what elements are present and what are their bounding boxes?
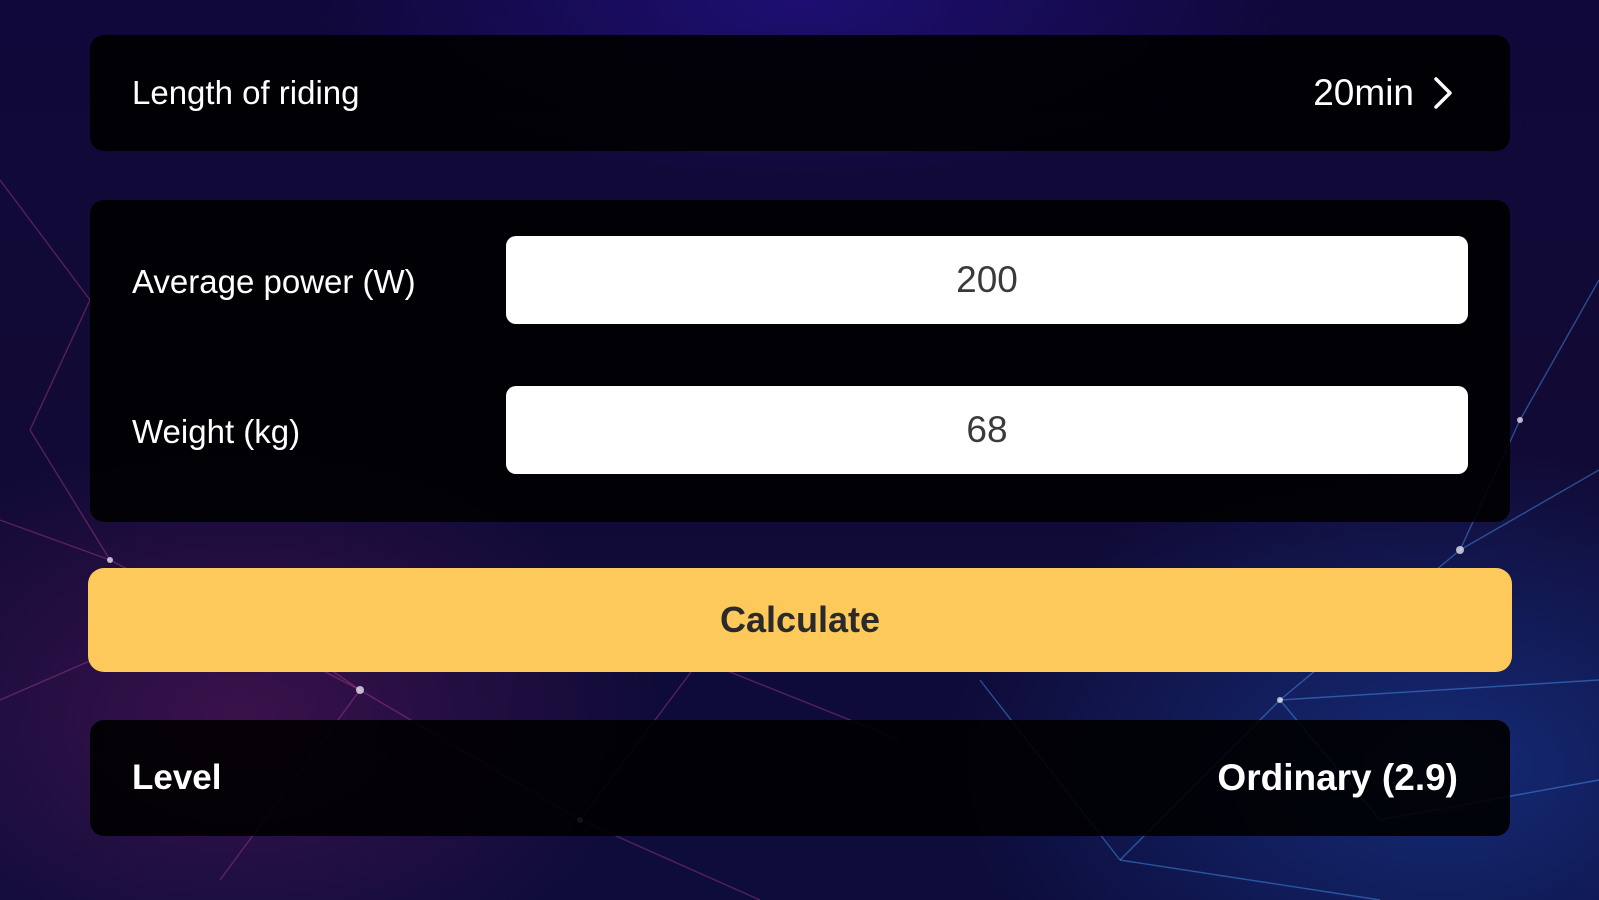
- riding-length-label: Length of riding: [132, 74, 360, 111]
- weight-label: Weight (kg): [132, 413, 301, 450]
- level-value: Ordinary (2.9): [1217, 757, 1458, 798]
- level-result-row: Level Ordinary (2.9): [90, 720, 1510, 836]
- riding-length-row[interactable]: Length of riding 20min: [90, 35, 1510, 151]
- weight-input[interactable]: [506, 386, 1468, 474]
- calculate-button[interactable]: Calculate: [88, 568, 1512, 672]
- riding-length-value-group[interactable]: 20min: [1313, 73, 1458, 113]
- average-power-label: Average power (W): [132, 263, 416, 300]
- level-label: Level: [132, 758, 222, 797]
- average-power-input[interactable]: [506, 236, 1468, 324]
- input-panel: Average power (W) Weight (kg): [90, 200, 1510, 522]
- riding-length-value: 20min: [1313, 72, 1414, 113]
- chevron-right-icon: [1428, 73, 1458, 113]
